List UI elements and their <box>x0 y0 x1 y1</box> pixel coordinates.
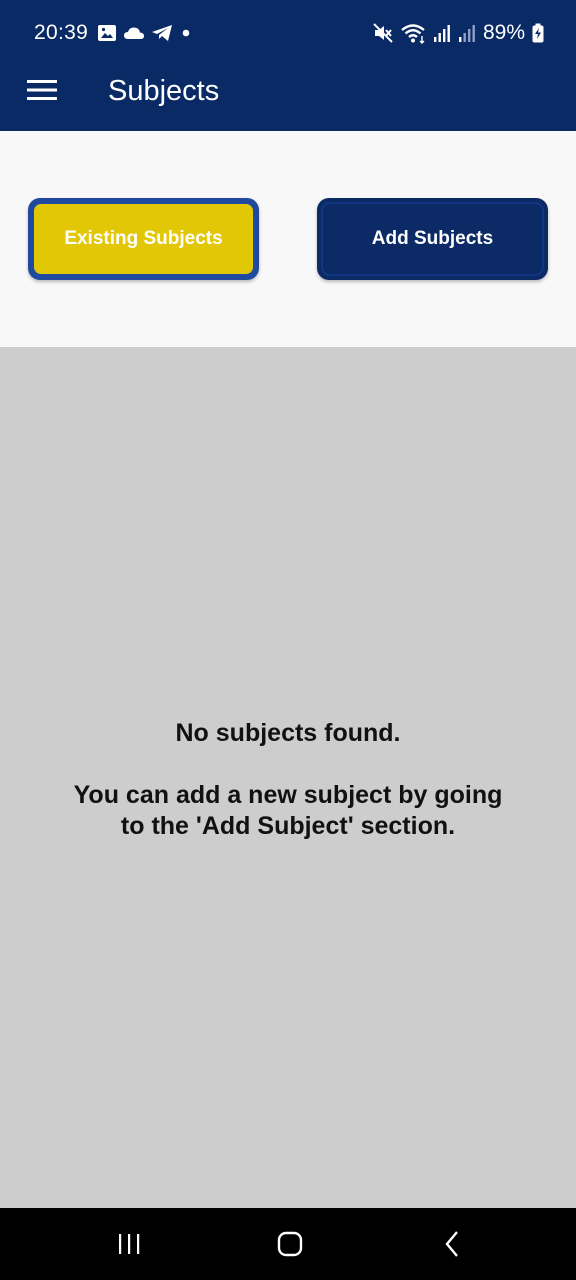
subjects-list-area: No subjects found. You can add a new sub… <box>0 347 576 1208</box>
gallery-icon <box>97 24 117 42</box>
battery-percent: 89% <box>482 21 525 44</box>
top-bar: 20:39 89% Subjects <box>0 0 576 131</box>
status-right-icons: 89% <box>373 19 544 47</box>
app-screen: 20:39 89% Subjects Existing Subjects Add… <box>0 0 576 1280</box>
empty-state-hint: You can add a new subject by going to th… <box>73 781 503 840</box>
add-subjects-tab[interactable]: Add Subjects <box>317 198 548 280</box>
hamburger-menu-icon <box>27 79 57 101</box>
system-nav-bar <box>0 1208 576 1280</box>
status-time: 20:39 <box>34 21 89 44</box>
segment-control: Existing Subjects Add Subjects <box>0 131 576 347</box>
home-button[interactable] <box>268 1226 312 1262</box>
hamburger-menu-button[interactable] <box>20 70 64 110</box>
empty-state-title: No subjects found. <box>175 719 401 747</box>
home-icon <box>276 1231 304 1257</box>
telegram-icon <box>151 24 173 42</box>
back-button[interactable] <box>430 1226 474 1262</box>
page-title: Subjects <box>108 75 220 107</box>
cloud-icon <box>123 25 145 41</box>
back-icon <box>442 1230 462 1258</box>
recent-apps-icon <box>116 1232 142 1256</box>
recent-apps-button[interactable] <box>107 1226 151 1262</box>
status-left-icons <box>97 22 193 44</box>
signal-icon <box>433 23 451 43</box>
dot-icon <box>179 26 193 40</box>
add-subjects-label: Add Subjects <box>371 228 494 249</box>
status-bar: 20:39 89% <box>0 0 576 64</box>
wifi-icon <box>400 22 426 44</box>
existing-subjects-label: Existing Subjects <box>64 228 223 249</box>
add-subjects-tab-body: Add Subjects <box>321 202 544 276</box>
existing-subjects-tab-body: Existing Subjects <box>34 204 253 274</box>
mute-icon <box>373 23 393 43</box>
signal-icon <box>458 23 476 43</box>
existing-subjects-tab[interactable]: Existing Subjects <box>28 198 259 280</box>
app-bar: Subjects <box>0 64 576 131</box>
battery-charging-icon <box>532 23 544 43</box>
